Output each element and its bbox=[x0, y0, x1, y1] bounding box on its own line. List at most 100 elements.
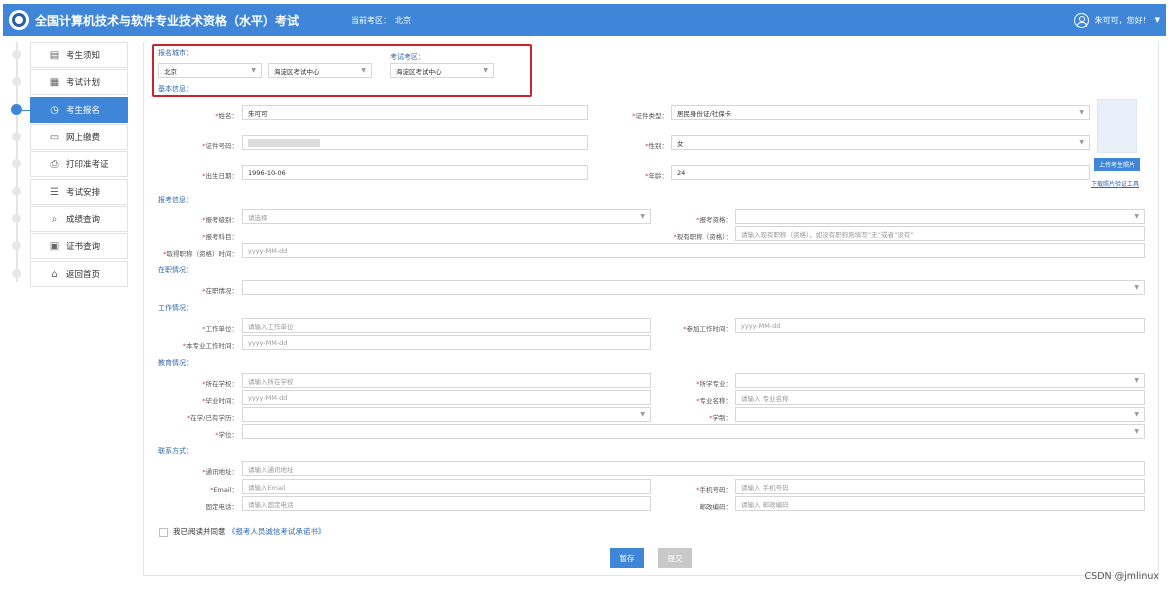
major-name-label: *专业名称： bbox=[696, 397, 732, 405]
birth-label: *出生日期： bbox=[202, 172, 238, 180]
sidebar-item-certificate[interactable]: ▣ 证书查询 bbox=[30, 233, 128, 259]
id-number-input[interactable] bbox=[242, 135, 588, 150]
agreement-checkbox[interactable] bbox=[159, 528, 168, 537]
chevron-down-icon: ▼ bbox=[1134, 284, 1139, 291]
timeline-dot bbox=[12, 50, 21, 59]
timeline-dot bbox=[12, 132, 21, 141]
subject-label: *报考科目： bbox=[202, 233, 238, 241]
degree-label: *在学/已有学历： bbox=[187, 414, 238, 422]
email-input[interactable]: 请输入Email bbox=[242, 479, 651, 494]
name-input[interactable]: 朱可可 bbox=[242, 105, 588, 120]
zip-input[interactable]: 请输入 邮政编码 bbox=[735, 496, 1145, 511]
user-caret-icon: ▼ bbox=[1154, 16, 1160, 24]
graduation-label: *毕业时间： bbox=[202, 397, 238, 405]
sidebar-item-home[interactable]: ⌂ 返回首页 bbox=[30, 261, 128, 287]
school-input[interactable]: 请输入所在学校 bbox=[242, 373, 651, 388]
sidebar-item-schedule[interactable]: ☰ 考试安排 bbox=[30, 179, 128, 205]
employment-status-label: *在职情况： bbox=[202, 287, 238, 295]
level-select[interactable]: 请选择 ▼ bbox=[242, 209, 651, 224]
duration-select[interactable]: ▼ bbox=[735, 407, 1145, 422]
agreement-link[interactable]: 《报考人员诚信考试承诺书》 bbox=[228, 527, 326, 536]
sidebar-item-label: 考生须知 bbox=[66, 51, 101, 61]
id-type-select[interactable]: 居民身份证/社保卡 ▼ bbox=[671, 105, 1090, 120]
work-start-label: *参加工作时间： bbox=[683, 325, 732, 333]
mobile-input[interactable]: 请输入 手机号码 bbox=[735, 479, 1145, 494]
sidebar-item-label: 网上缴费 bbox=[66, 133, 101, 143]
user-menu[interactable]: 朱可可，您好！ ▼ bbox=[1073, 4, 1160, 36]
sidebar-item-label: 证书查询 bbox=[66, 242, 101, 252]
major-work-time-label: *本专业工作时间： bbox=[182, 342, 238, 350]
chevron-down-icon: ▼ bbox=[1134, 377, 1139, 384]
phone-input[interactable]: 请输入固定电话 bbox=[242, 496, 651, 511]
address-label: *通讯地址： bbox=[202, 468, 238, 476]
save-button[interactable]: 暂存 bbox=[610, 548, 644, 568]
name-label: *姓名： bbox=[215, 112, 238, 120]
section-contact: 联系方式： bbox=[158, 447, 193, 455]
age-label: *年龄： bbox=[645, 172, 668, 180]
region-label: 当前考区： bbox=[351, 15, 392, 25]
diploma-select[interactable]: ▼ bbox=[242, 424, 1145, 439]
exam-logo-icon bbox=[9, 10, 29, 30]
major-select[interactable]: ▼ bbox=[735, 373, 1145, 388]
diploma-label: *学位： bbox=[215, 431, 238, 439]
app-title: 全国计算机技术与软件专业技术资格（水平）考试 bbox=[35, 13, 300, 28]
chevron-down-icon: ▼ bbox=[1134, 213, 1139, 220]
major-work-time-input[interactable]: yyyy-MM-dd bbox=[242, 335, 651, 350]
sidebar-item-label: 考试计划 bbox=[66, 78, 101, 88]
submit-button[interactable]: 提交 bbox=[658, 548, 692, 568]
user-greeting: 朱可可，您好！ bbox=[1094, 15, 1151, 25]
title-time-label: *取得职称（资格）时间： bbox=[163, 250, 238, 258]
school-label: *所在学校： bbox=[202, 380, 238, 388]
notice-icon: ▤ bbox=[49, 49, 60, 61]
id-type-label: *证件类型： bbox=[632, 112, 668, 120]
sidebar-item-clock[interactable]: ◷ 考生报名 bbox=[30, 97, 128, 123]
chevron-down-icon: ▼ bbox=[1134, 411, 1139, 418]
sidebar-item-search[interactable]: ⌕ 成绩查询 bbox=[30, 206, 128, 232]
sidebar-item-calendar[interactable]: ▦ 考试计划 bbox=[30, 69, 128, 95]
calendar-icon: ▦ bbox=[49, 76, 60, 88]
upload-photo-button[interactable]: 上传考生照片 bbox=[1094, 158, 1140, 171]
birth-input[interactable]: 1996-10-06 bbox=[242, 165, 588, 180]
sidebar-item-label: 考试安排 bbox=[66, 188, 101, 198]
clock-icon: ◷ bbox=[50, 104, 59, 116]
exam-center-select[interactable]: 海淀区考试中心 ▼ bbox=[390, 63, 494, 78]
sidebar-item-label: 考生报名 bbox=[66, 106, 101, 116]
timeline-connector bbox=[22, 110, 30, 111]
qualification-label: *报考资格： bbox=[696, 216, 732, 224]
mobile-label: *手机号码： bbox=[696, 486, 732, 494]
level-label: *报考级别： bbox=[202, 216, 238, 224]
title-time-input[interactable]: yyyy-MM-dd bbox=[242, 243, 1145, 258]
certificate-icon: ▣ bbox=[49, 240, 60, 252]
major-name-input[interactable]: 请输入 专业名称 bbox=[735, 390, 1145, 405]
degree-select[interactable]: ▼ bbox=[242, 407, 651, 422]
sidebar-item-notice[interactable]: ▤ 考生须知 bbox=[30, 42, 128, 68]
center-select[interactable]: 海淀区考试中心 ▼ bbox=[268, 63, 372, 78]
address-input[interactable]: 请输入通讯地址 bbox=[242, 461, 1145, 476]
age-input[interactable]: 24 bbox=[671, 165, 1090, 180]
user-avatar-icon bbox=[1073, 12, 1089, 28]
sidebar-item-payment[interactable]: ▭ 网上缴费 bbox=[30, 124, 128, 150]
printer-icon: ⎙ bbox=[50, 158, 59, 170]
download-tool-link[interactable]: 下载照片验证工具 bbox=[1091, 179, 1139, 188]
chevron-down-icon: ▼ bbox=[1134, 428, 1139, 435]
id-number-label: *证件号码： bbox=[202, 142, 238, 150]
work-unit-input[interactable]: 请输入工作单位 bbox=[242, 318, 651, 333]
qualification-select[interactable]: ▼ bbox=[735, 209, 1145, 224]
exam-center-label: 考试考区： bbox=[390, 53, 425, 61]
timeline-dot bbox=[12, 241, 21, 250]
work-unit-label: *工作单位： bbox=[202, 325, 238, 333]
graduation-input[interactable]: yyyy-MM-dd bbox=[242, 390, 651, 405]
work-start-input[interactable]: yyyy-MM-dd bbox=[735, 318, 1145, 333]
timeline-dot bbox=[12, 77, 21, 86]
timeline-dot bbox=[12, 159, 21, 168]
sidebar-item-printer[interactable]: ⎙ 打印准考证 bbox=[30, 151, 128, 177]
title-input[interactable]: 请输入现有职称（资格），如没有职称则填写“无”或者“没有” bbox=[735, 226, 1145, 241]
city-select[interactable]: 北京 ▼ bbox=[158, 63, 262, 78]
duration-label: *学制： bbox=[709, 414, 732, 422]
home-icon: ⌂ bbox=[51, 268, 58, 280]
timeline-dot bbox=[12, 214, 21, 223]
gender-select[interactable]: 女 ▼ bbox=[671, 135, 1090, 150]
timeline-dot bbox=[12, 269, 21, 278]
employment-status-select[interactable]: ▼ bbox=[242, 280, 1145, 295]
title-label: *现有职称（资格）： bbox=[673, 233, 733, 241]
